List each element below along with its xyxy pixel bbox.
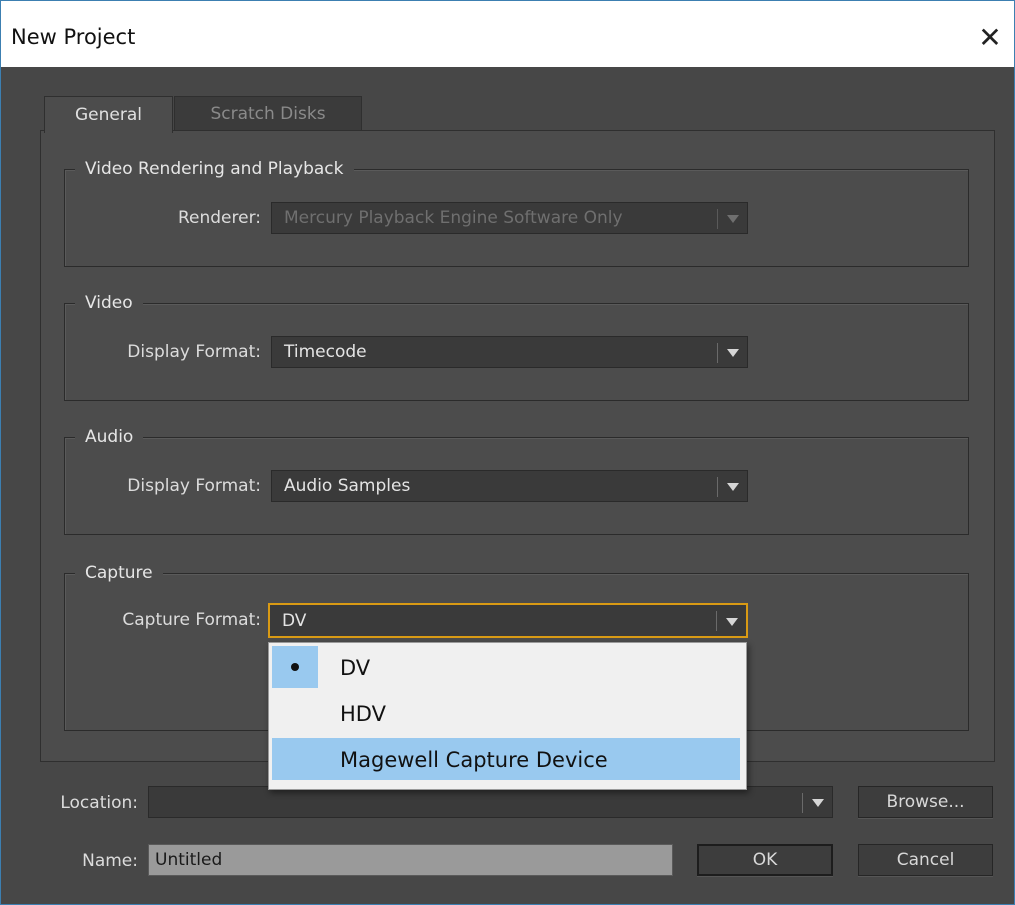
renderer-select: Mercury Playback Engine Software Only <box>271 202 748 234</box>
capture-format-label: Capture Format: <box>122 610 261 630</box>
name-label: Name: <box>82 851 138 871</box>
chevron-down-icon <box>727 215 739 223</box>
capture-format-value: DV <box>282 611 307 631</box>
group-title-audio: Audio <box>75 426 144 448</box>
close-button[interactable]: ✕ <box>970 17 1010 57</box>
tab-general[interactable]: General <box>44 96 173 133</box>
audio-display-format-label: Display Format: <box>127 476 261 496</box>
dropdown-option-hdv[interactable]: HDV <box>272 692 740 734</box>
browse-button[interactable]: Browse... <box>858 786 993 818</box>
dropdown-option-label: HDV <box>340 702 386 726</box>
name-input[interactable] <box>148 844 673 876</box>
chevron-down-icon <box>812 799 824 807</box>
new-project-dialog: New Project ✕ General Scratch Disks Vide… <box>0 0 1015 905</box>
cancel-button[interactable]: Cancel <box>858 844 993 876</box>
audio-display-format-value: Audio Samples <box>284 476 411 496</box>
location-select[interactable] <box>148 786 833 818</box>
audio-display-format-select[interactable]: Audio Samples <box>271 470 748 502</box>
ok-button[interactable]: OK <box>697 844 833 876</box>
renderer-label: Renderer: <box>177 208 261 228</box>
title-bar: New Project ✕ <box>1 1 1014 67</box>
group-title-capture: Capture <box>75 562 163 584</box>
dialog-title: New Project <box>11 25 136 49</box>
dropdown-option-magewell[interactable]: Magewell Capture Device <box>272 738 740 780</box>
capture-format-dropdown: DV HDV Magewell Capture Device <box>268 642 747 790</box>
tab-scratch-disks[interactable]: Scratch Disks <box>174 96 362 131</box>
video-select-separator <box>717 343 718 363</box>
video-display-format-value: Timecode <box>284 342 367 362</box>
chevron-down-icon <box>726 618 738 626</box>
dropdown-option-dv[interactable]: DV <box>272 646 740 688</box>
renderer-value: Mercury Playback Engine Software Only <box>284 208 623 228</box>
renderer-separator <box>717 209 718 229</box>
capture-select-separator <box>716 611 717 631</box>
chevron-down-icon <box>727 483 739 491</box>
capture-format-select[interactable]: DV <box>268 603 748 638</box>
location-label: Location: <box>60 793 138 813</box>
group-title-video-rendering: Video Rendering and Playback <box>75 158 354 180</box>
video-display-format-select[interactable]: Timecode <box>271 336 748 368</box>
dropdown-option-label: DV <box>340 656 371 680</box>
group-title-video: Video <box>75 292 143 314</box>
audio-select-separator <box>717 477 718 497</box>
dropdown-option-label: Magewell Capture Device <box>340 748 608 772</box>
video-display-format-label: Display Format: <box>127 342 261 362</box>
chevron-down-icon <box>727 349 739 357</box>
location-select-separator <box>802 793 803 813</box>
close-icon: ✕ <box>978 20 1002 54</box>
selected-bullet-icon <box>272 646 318 688</box>
